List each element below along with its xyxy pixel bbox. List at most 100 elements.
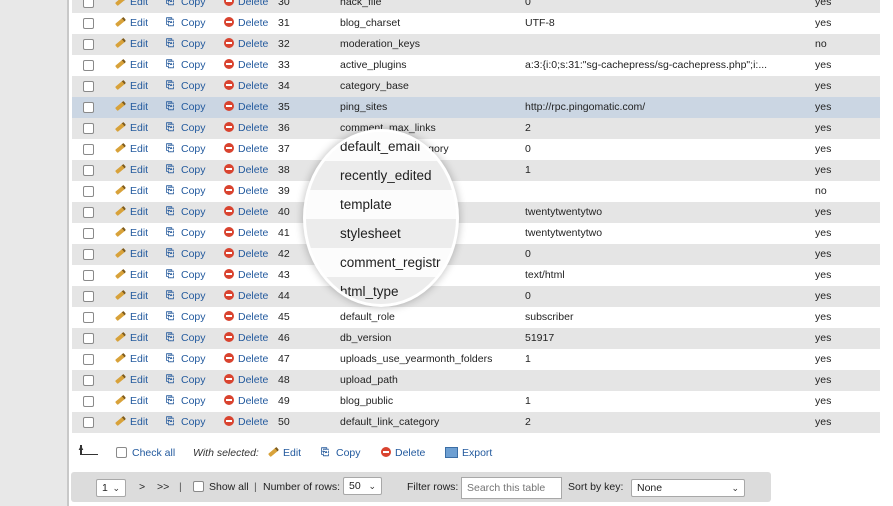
row-checkbox[interactable] xyxy=(83,354,94,365)
table-row[interactable]: Edit ⎘ Copy Delete 36 comment_max_links 2 yes xyxy=(72,118,880,139)
row-checkbox[interactable] xyxy=(83,165,94,176)
autoload-cell[interactable]: yes xyxy=(815,349,831,370)
row-checkbox[interactable] xyxy=(83,249,94,260)
option-name-cell[interactable]: moderation_keys xyxy=(340,34,420,55)
row-copy-button[interactable]: ⎘ Copy xyxy=(166,55,206,76)
row-checkbox[interactable] xyxy=(83,375,94,386)
option-id-cell[interactable]: 39 xyxy=(278,181,290,202)
table-row[interactable]: Edit ⎘ Copy Delete 39 no xyxy=(72,181,880,202)
option-value-cell[interactable]: 0 xyxy=(525,244,531,265)
option-value-cell[interactable]: 0 xyxy=(525,0,531,13)
row-checkbox[interactable] xyxy=(83,18,94,29)
row-checkbox[interactable] xyxy=(83,144,94,155)
table-row[interactable]: Edit ⎘ Copy Delete 48 upload_path yes xyxy=(72,370,880,391)
row-edit-button[interactable]: Edit xyxy=(115,160,148,181)
option-id-cell[interactable]: 44 xyxy=(278,286,290,307)
option-name-cell[interactable]: upload_path xyxy=(340,370,398,391)
option-name-cell[interactable]: ping_sites xyxy=(340,97,387,118)
row-checkbox[interactable] xyxy=(83,60,94,71)
row-checkbox[interactable] xyxy=(83,396,94,407)
autoload-cell[interactable]: yes xyxy=(815,244,831,265)
option-name-cell[interactable]: default_link_category xyxy=(340,412,439,433)
row-checkbox[interactable] xyxy=(83,207,94,218)
table-row[interactable]: Edit ⎘ Copy Delete 44 0 yes xyxy=(72,286,880,307)
row-edit-button[interactable]: Edit xyxy=(115,265,148,286)
option-value-cell[interactable]: UTF-8 xyxy=(525,13,555,34)
table-row[interactable]: Edit⎘CopyDelete37default_email_category0… xyxy=(72,139,880,160)
autoload-cell[interactable]: yes xyxy=(815,160,831,181)
row-delete-button[interactable]: Delete xyxy=(224,328,268,349)
row-delete-button[interactable]: Delete xyxy=(224,370,268,391)
row-edit-button[interactable]: Edit xyxy=(115,55,148,76)
table-row[interactable]: Edit ⎘ Copy Delete 31 blog_charset UTF-8 yes xyxy=(72,13,880,34)
row-checkbox[interactable] xyxy=(83,312,94,323)
option-name-cell[interactable]: active_plugins xyxy=(340,55,407,76)
row-copy-button[interactable]: ⎘ Copy xyxy=(166,34,206,55)
row-copy-button[interactable]: ⎘ Copy xyxy=(166,223,206,244)
row-copy-button[interactable]: ⎘ Copy xyxy=(166,139,206,160)
option-name-cell[interactable]: uploads_use_yearmonth_folders xyxy=(340,349,492,370)
table-row[interactable]: Edit ⎘ Copy Delete 30 hack_file 0 yes xyxy=(72,0,880,13)
table-row[interactable]: Edit ⎘ Copy Delete 34 category_base yes xyxy=(72,76,880,97)
autoload-cell[interactable]: yes xyxy=(815,223,831,244)
row-edit-button[interactable]: Edit xyxy=(115,391,148,412)
row-edit-button[interactable]: Edit xyxy=(115,97,148,118)
autoload-cell[interactable]: yes xyxy=(815,202,831,223)
next-page-button[interactable]: > xyxy=(139,480,145,494)
option-id-cell[interactable]: 36 xyxy=(278,118,290,139)
option-id-cell[interactable]: 41 xyxy=(278,223,290,244)
row-delete-button[interactable]: Delete xyxy=(224,118,268,139)
autoload-cell[interactable]: yes xyxy=(815,370,831,391)
row-delete-button[interactable]: Delete xyxy=(224,244,268,265)
option-name-cell[interactable]: default_role xyxy=(340,307,395,328)
table-row[interactable]: Edit ⎘ Copy Delete 35 ping_sites http://rpc.pi… xyxy=(72,97,880,118)
row-checkbox[interactable] xyxy=(83,333,94,344)
row-copy-button[interactable]: ⎘ Copy xyxy=(166,391,206,412)
bulk-delete-button[interactable]: Delete xyxy=(381,446,425,460)
autoload-cell[interactable]: yes xyxy=(815,0,831,13)
row-edit-button[interactable]: Edit xyxy=(115,76,148,97)
option-value-cell[interactable]: twentytwentytwo xyxy=(525,223,602,244)
row-copy-button[interactable]: ⎘ Copy xyxy=(166,307,206,328)
option-id-cell[interactable]: 50 xyxy=(278,412,290,433)
bulk-edit-button[interactable]: Edit xyxy=(268,446,301,460)
option-id-cell[interactable]: 34 xyxy=(278,76,290,97)
row-delete-button[interactable]: Delete xyxy=(224,97,268,118)
row-delete-button[interactable]: Delete xyxy=(224,202,268,223)
option-value-cell[interactable]: http://rpc.pingomatic.com/ xyxy=(525,97,645,118)
table-row[interactable]: Edit ⎘ Copy Delete 47 uploads_use_yearmonth_f… xyxy=(72,349,880,370)
row-checkbox[interactable] xyxy=(83,228,94,239)
option-value-cell[interactable]: 1 xyxy=(525,391,531,412)
row-delete-button[interactable]: Delete xyxy=(224,286,268,307)
row-copy-button[interactable]: ⎘ Copy xyxy=(166,13,206,34)
row-checkbox[interactable] xyxy=(83,102,94,113)
row-edit-button[interactable]: Edit xyxy=(115,118,148,139)
row-delete-button[interactable]: Delete xyxy=(224,55,268,76)
row-delete-button[interactable]: Delete xyxy=(224,391,268,412)
option-id-cell[interactable]: 35 xyxy=(278,97,290,118)
row-edit-button[interactable]: Edit xyxy=(115,286,148,307)
sort-by-key-select[interactable]: None ⌄ xyxy=(631,479,745,497)
autoload-cell[interactable]: yes xyxy=(815,391,831,412)
option-value-cell[interactable]: twentytwentytwo xyxy=(525,202,602,223)
option-id-cell[interactable]: 37 xyxy=(278,139,290,160)
option-id-cell[interactable]: 46 xyxy=(278,328,290,349)
table-row[interactable]: Edit ⎘ Copy Delete 42 0 yes xyxy=(72,244,880,265)
autoload-cell[interactable]: yes xyxy=(815,412,831,433)
option-value-cell[interactable]: text/html xyxy=(525,265,565,286)
check-all-checkbox[interactable] xyxy=(116,447,127,458)
row-copy-button[interactable]: ⎘ Copy xyxy=(166,328,206,349)
row-edit-button[interactable]: Edit xyxy=(115,181,148,202)
number-of-rows-select[interactable]: 50 ⌄ xyxy=(343,477,382,495)
autoload-cell[interactable]: yes xyxy=(815,118,831,139)
option-id-cell[interactable]: 30 xyxy=(278,0,290,13)
row-edit-button[interactable]: Edit xyxy=(115,139,148,160)
option-name-cell[interactable]: blog_public xyxy=(340,391,393,412)
option-id-cell[interactable]: 40 xyxy=(278,202,290,223)
row-edit-button[interactable]: Edit xyxy=(115,13,148,34)
option-value-cell[interactable]: subscriber xyxy=(525,307,573,328)
row-copy-button[interactable]: ⎘ Copy xyxy=(166,76,206,97)
row-copy-button[interactable]: ⎘ Copy xyxy=(166,160,206,181)
option-id-cell[interactable]: 31 xyxy=(278,13,290,34)
row-edit-button[interactable]: Edit xyxy=(115,223,148,244)
